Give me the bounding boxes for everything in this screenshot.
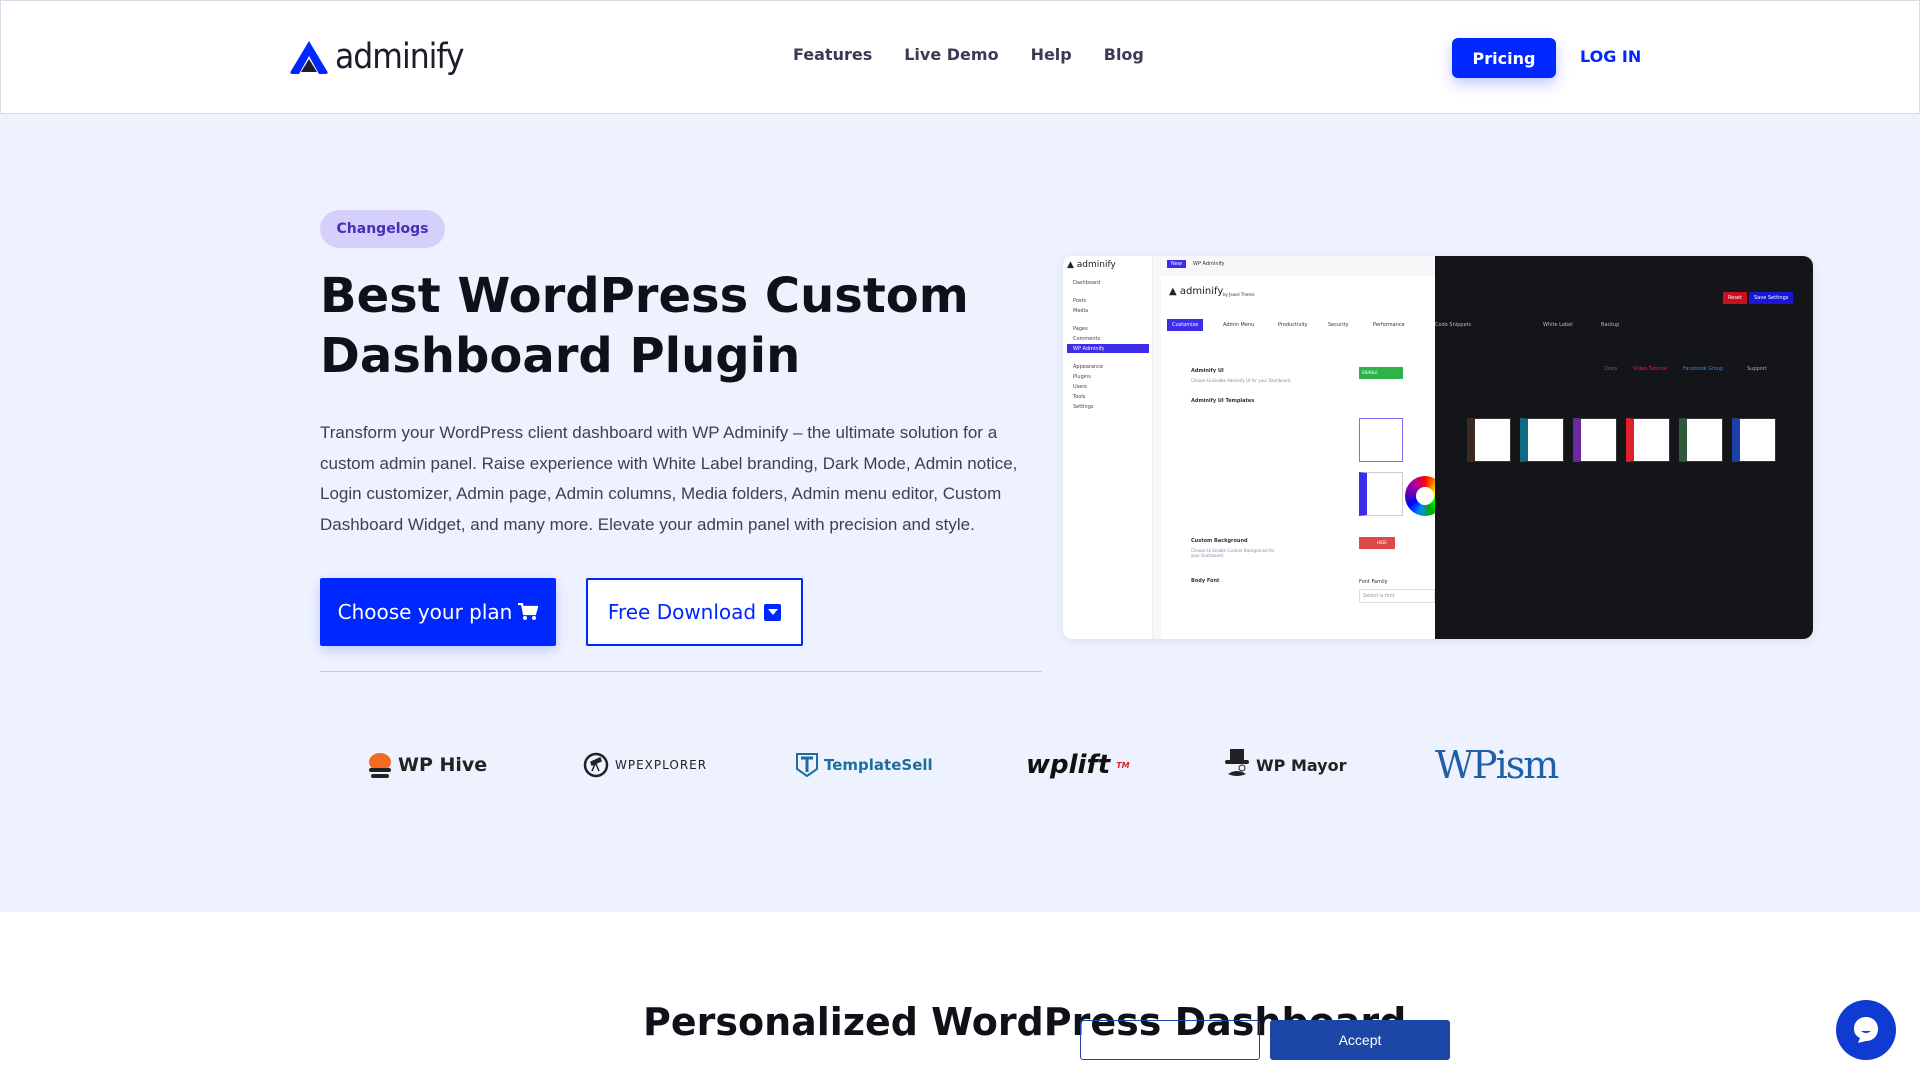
partner-name: WP Mayor xyxy=(1256,755,1347,775)
preview-tab-dark: Backup xyxy=(1601,322,1620,328)
preview-sidebar-item: Comments xyxy=(1073,335,1101,342)
logo-text: adminify xyxy=(335,37,465,77)
preview-save-button: Save Settings xyxy=(1749,292,1794,304)
hero-divider xyxy=(320,671,1042,672)
preview-tab-dark: White Label xyxy=(1543,322,1573,328)
telescope-logo-icon xyxy=(583,752,609,778)
partner-name: WP Hive xyxy=(398,754,488,776)
logo[interactable]: adminify xyxy=(289,37,465,77)
main-nav: Features Live Demo Help Blog xyxy=(793,45,1144,64)
preview-template-thumb xyxy=(1573,418,1617,462)
partner-name: wplift xyxy=(1026,750,1111,780)
top-hat-mustache-icon xyxy=(1225,749,1249,776)
choose-plan-button[interactable]: Choose your plan xyxy=(320,578,556,646)
preview-sidebar-item: Appearance xyxy=(1073,363,1104,370)
preview-tab: Productivity xyxy=(1278,322,1308,328)
preview-sidebar-item: Users xyxy=(1073,383,1088,390)
preview-template-thumb xyxy=(1359,472,1403,516)
dashboard-preview-image: ▲ adminify Dashboard Posts Media Pages C… xyxy=(1063,256,1813,639)
free-download-button[interactable]: Free Download xyxy=(586,578,803,646)
preview-sidebar: ▲ adminify Dashboard Posts Media Pages C… xyxy=(1063,256,1153,639)
nav-blog[interactable]: Blog xyxy=(1104,45,1144,64)
preview-brand-by: by Jewel Theme xyxy=(1223,292,1255,297)
preview-tab: Admin Menu xyxy=(1223,322,1255,328)
site-header: adminify Features Live Demo Help Blog Pr… xyxy=(0,0,1920,114)
partner-name: WPism xyxy=(1435,743,1559,787)
preview-bg-label: Custom Background xyxy=(1191,538,1248,544)
preview-hide-toggle: HIDE xyxy=(1359,537,1395,549)
hero-description: Transform your WordPress client dashboar… xyxy=(320,423,1018,534)
partner-templatesell: TemplateSell xyxy=(796,745,933,785)
preview-link: Support xyxy=(1747,366,1767,372)
pricing-button[interactable]: Pricing xyxy=(1452,38,1556,78)
caret-down-icon xyxy=(764,603,782,621)
nav-help[interactable]: Help xyxy=(1031,45,1072,64)
preview-font-select: Select a font xyxy=(1359,589,1435,603)
preview-sidebar-item-active: WP Adminify xyxy=(1067,344,1149,353)
preview-tab-active: Customize xyxy=(1167,319,1204,331)
preview-font-family-label: Font Family xyxy=(1359,579,1388,585)
preview-ui-desc: Choose to Enable Adminify UI for your Da… xyxy=(1191,378,1292,383)
preview-sidebar-item: Dashboard xyxy=(1073,279,1101,286)
nav-live-demo[interactable]: Live Demo xyxy=(904,45,998,64)
preview-link: Facebook Group xyxy=(1683,366,1724,372)
preview-sidebar-item: Posts xyxy=(1073,297,1087,304)
preview-sidebar-item: Media xyxy=(1073,307,1089,314)
preview-ui-label: Adminify UI xyxy=(1191,368,1224,374)
cookie-accept-button[interactable]: Accept xyxy=(1270,1020,1450,1060)
adminify-logo-icon xyxy=(290,41,328,74)
preview-site-name: WP Adminify xyxy=(1193,261,1225,267)
preview-template-thumb xyxy=(1467,418,1511,462)
preview-tab: Security xyxy=(1328,322,1349,328)
cookie-settings-button[interactable] xyxy=(1080,1020,1260,1060)
partner-wpexplorer: WPEXPLORER xyxy=(583,745,707,785)
preview-light-panel: New WP Adminify ▲ adminify by Jewel Them… xyxy=(1153,256,1445,639)
partner-wp-mayor: WP Mayor xyxy=(1224,745,1346,785)
partner-wp-hive: WP Hive xyxy=(368,745,487,785)
preview-template-thumb xyxy=(1359,418,1403,462)
partner-wpism: WPism xyxy=(1435,743,1559,787)
preview-template-thumb xyxy=(1520,418,1564,462)
preview-sidebar-item: Tools xyxy=(1073,393,1086,400)
partner-logos: WP Hive WPEXPLORER TemplateSell wplift TM… xyxy=(0,743,1920,787)
preview-font-label: Body Font xyxy=(1191,578,1220,584)
partner-name: WPEXPLORER xyxy=(615,758,708,772)
partner-name: TemplateSell xyxy=(824,756,933,774)
preview-logo: ▲ adminify xyxy=(1067,260,1116,270)
preview-reset-button: Reset xyxy=(1723,292,1747,304)
hero-title: Best WordPress Custom Dashboard Plugin xyxy=(320,268,969,384)
changelogs-badge[interactable]: Changelogs xyxy=(320,210,445,248)
preview-link: Docs xyxy=(1605,366,1618,372)
preview-tab: Performance xyxy=(1373,322,1405,328)
preview-sidebar-item: Plugins xyxy=(1073,373,1091,380)
partner-wplift: wplift TM xyxy=(1026,750,1130,780)
preview-sidebar-item: Pages xyxy=(1073,325,1088,332)
login-link[interactable]: LOG IN xyxy=(1580,47,1641,66)
chat-widget-button[interactable] xyxy=(1836,1000,1896,1060)
preview-template-thumb xyxy=(1679,418,1723,462)
preview-bg-desc: Choose to Enable Custom Background for y… xyxy=(1191,548,1275,558)
templatesell-logo-icon xyxy=(796,753,818,777)
preview-templates-label: Adminify UI Templates xyxy=(1191,398,1255,404)
cart-icon xyxy=(518,603,539,620)
free-download-label: Free Download xyxy=(607,600,757,624)
wp-hive-logo-icon xyxy=(369,753,391,778)
features-section xyxy=(0,912,1920,1080)
preview-tab-dark: Code Snippets xyxy=(1435,322,1472,328)
preview-brand: ▲ adminify xyxy=(1169,286,1224,297)
chat-bubble-icon xyxy=(1854,1017,1878,1043)
preview-enable-toggle: ENABLE xyxy=(1359,367,1403,379)
choose-plan-label: Choose your plan xyxy=(337,600,513,624)
preview-template-thumb xyxy=(1732,418,1776,462)
preview-template-thumb xyxy=(1626,418,1670,462)
preview-link: Video Tutorial xyxy=(1633,366,1667,372)
nav-features[interactable]: Features xyxy=(793,45,872,64)
preview-dark-panel: Code Snippets White Label Backup Reset S… xyxy=(1435,256,1813,639)
preview-new-button: New xyxy=(1167,260,1186,268)
preview-sidebar-item: Settings xyxy=(1073,403,1094,410)
